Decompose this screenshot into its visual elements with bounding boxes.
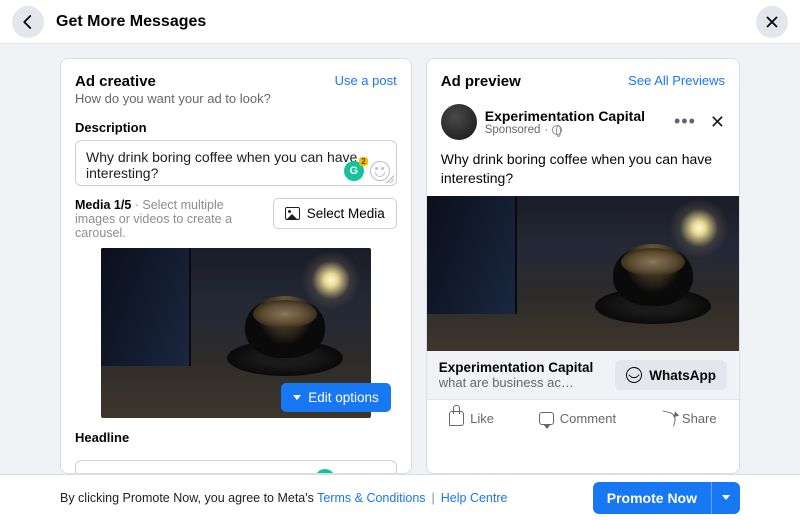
creative-subtitle: How do you want your ad to look? — [75, 91, 271, 106]
see-all-previews-link[interactable]: See All Previews — [628, 73, 725, 88]
more-options-button[interactable]: ••• — [674, 118, 696, 125]
cta-name: Experimentation Capital — [439, 360, 594, 376]
terms-link[interactable]: Terms & Conditions — [317, 491, 425, 505]
page-name[interactable]: Experimentation Capital — [485, 108, 645, 124]
use-a-post-link[interactable]: Use a post — [335, 73, 397, 88]
page-title: Get More Messages — [56, 13, 206, 31]
description-input[interactable]: Why drink boring coffee when you can hav… — [75, 140, 397, 186]
grammarly-badge: 2 — [359, 157, 367, 166]
help-centre-link[interactable]: Help Centre — [441, 491, 508, 505]
comment-icon — [539, 412, 554, 425]
resize-handle-icon[interactable] — [386, 175, 394, 183]
avatar[interactable] — [441, 104, 477, 140]
like-button[interactable]: Like — [443, 407, 500, 430]
preview-image[interactable] — [427, 196, 739, 351]
caret-down-icon — [722, 495, 730, 500]
promote-now-button[interactable]: Promote Now — [593, 482, 711, 514]
like-icon — [449, 411, 464, 426]
image-icon — [285, 207, 300, 220]
back-button[interactable] — [12, 6, 44, 38]
whatsapp-icon — [626, 367, 642, 383]
creative-header: Ad creative How do you want your ad to l… — [61, 59, 411, 112]
whatsapp-button[interactable]: WhatsApp — [615, 360, 727, 390]
description-value: Why drink boring coffee when you can hav… — [86, 149, 386, 181]
media-counter: Media 1/5 — [75, 198, 131, 212]
cta-subtitle: what are business acc… — [439, 375, 579, 390]
share-button[interactable]: Share — [655, 407, 723, 430]
description-label: Description — [75, 120, 397, 135]
caret-down-icon — [293, 395, 301, 400]
grammarly-icon[interactable]: 2 — [344, 161, 364, 181]
headline-section: Headline — [61, 430, 411, 450]
headline-input[interactable]: Experimentation Capital 23/25 — [75, 460, 397, 474]
preview-header: Ad preview See All Previews — [427, 59, 739, 96]
globe-icon — [552, 125, 562, 135]
select-media-button[interactable]: Select Media — [273, 198, 397, 229]
headline-label: Headline — [75, 430, 397, 445]
legal-text: By clicking Promote Now, you agree to Me… — [60, 491, 507, 505]
ad-creative-panel: Ad creative How do you want your ad to l… — [60, 58, 412, 474]
cta-bar: Experimentation Capital what are busines… — [427, 351, 739, 400]
edit-options-label: Edit options — [308, 390, 379, 405]
post-text: Why drink boring coffee when you can hav… — [441, 150, 725, 188]
media-section: Media 1/5 · Select multiple images or vi… — [61, 186, 411, 246]
media-thumbnail[interactable]: Edit options — [75, 248, 397, 418]
close-button[interactable] — [756, 6, 788, 38]
preview-body: Experimentation Capital Sponsored · ••• … — [427, 96, 739, 430]
footer-bar: By clicking Promote Now, you agree to Me… — [0, 474, 800, 520]
whatsapp-label: WhatsApp — [649, 368, 716, 383]
arrow-left-icon — [19, 13, 37, 31]
description-section: Description Why drink boring coffee when… — [61, 112, 411, 186]
preview-title: Ad preview — [441, 73, 521, 90]
post-header: Experimentation Capital Sponsored · ••• … — [441, 104, 725, 140]
share-icon — [659, 411, 677, 427]
engagement-bar: Like Comment Share — [427, 399, 739, 430]
top-bar: Get More Messages — [0, 0, 800, 44]
select-media-label: Select Media — [307, 206, 385, 221]
creative-title: Ad creative — [75, 73, 271, 90]
dismiss-ad-button[interactable]: ✕ — [710, 112, 725, 133]
promote-dropdown-button[interactable] — [711, 482, 740, 514]
ad-preview-panel: Ad preview See All Previews Experimentat… — [426, 58, 740, 474]
close-icon — [763, 13, 781, 31]
edit-options-button[interactable]: Edit options — [281, 383, 391, 412]
comment-button[interactable]: Comment — [533, 407, 622, 430]
sponsored-label: Sponsored — [485, 124, 541, 136]
content-area: Ad creative How do you want your ad to l… — [0, 44, 800, 474]
